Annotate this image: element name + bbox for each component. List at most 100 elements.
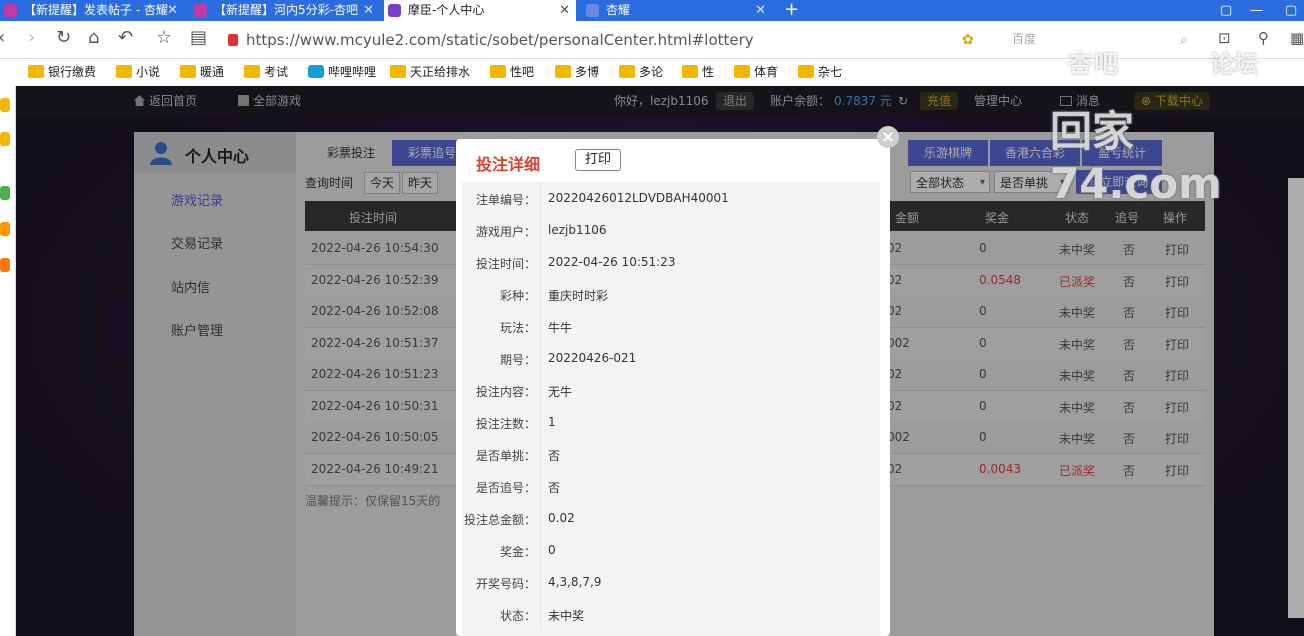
detail-divider xyxy=(540,310,541,342)
bookmark-folder[interactable]: 多博 xyxy=(555,64,599,80)
app-icon[interactable] xyxy=(0,222,10,236)
favorites-icon[interactable] xyxy=(0,98,10,112)
detail-value: 2022-04-26 10:51:23 xyxy=(548,255,676,269)
reader-icon[interactable]: ▤ xyxy=(190,28,207,48)
window-restore-icon[interactable]: ▢ xyxy=(1220,0,1232,21)
close-icon[interactable]: × xyxy=(877,126,899,148)
detail-divider xyxy=(540,374,541,406)
bookmark-folder[interactable]: 小说 xyxy=(116,64,160,80)
bookmark-label: 多博 xyxy=(575,65,600,79)
bee-icon[interactable]: ✿ xyxy=(962,30,974,50)
bet-detail-modal: 投注详细 打印 注单编号： 20220426012LDVDBAH40001 游戏用户… xyxy=(456,139,890,636)
bookmark-label: 多论 xyxy=(639,65,664,79)
detail-divider xyxy=(540,214,541,246)
forum-watermark: 杏吧 论坛 回家74.com xyxy=(1050,44,1300,208)
bookmark-link[interactable]: 哔哩哔哩 xyxy=(308,64,376,80)
bookmark-folder[interactable]: 多论 xyxy=(619,64,663,80)
bookmark-folder[interactable]: 考试 xyxy=(244,64,288,80)
browser-tab[interactable]: 【新提醒】发表帖子 - 杏耀 ✕ xyxy=(0,0,184,21)
forward-icon[interactable]: › xyxy=(28,28,35,48)
browser-tab[interactable]: 杏耀 ✕ xyxy=(582,0,772,21)
detail-value: 20220426-021 xyxy=(548,351,637,365)
refresh-icon[interactable]: ↻ xyxy=(56,28,71,48)
bookmark-label: 体育 xyxy=(754,65,779,79)
detail-row: 投注总金额： 0.02 xyxy=(462,502,880,534)
folder-icon xyxy=(390,65,406,78)
bilibili-icon xyxy=(308,65,324,78)
folder-icon xyxy=(555,65,571,78)
new-tab-icon[interactable]: + xyxy=(784,0,799,20)
detail-value: lezjb1106 xyxy=(548,223,607,237)
folder-icon xyxy=(490,65,506,78)
bookmark-label: 考试 xyxy=(264,65,289,79)
detail-label: 开奖号码： xyxy=(475,577,536,591)
detail-label: 注单编号： xyxy=(475,193,536,207)
detail-row: 玩法： 牛牛 xyxy=(462,310,880,342)
detail-divider xyxy=(540,278,541,310)
wechat-icon[interactable] xyxy=(0,186,10,200)
detail-label: 投注时间： xyxy=(475,257,536,271)
detail-divider xyxy=(540,182,541,214)
bookmark-label: 银行缴费 xyxy=(48,65,97,79)
detail-value: 0 xyxy=(548,543,556,557)
modal-detail-list: 注单编号： 20220426012LDVDBAH40001 游戏用户： lezjb11… xyxy=(462,182,880,636)
tab-favicon-icon xyxy=(4,4,17,17)
close-tab-icon[interactable]: ✕ xyxy=(755,0,766,21)
bookmark-label: 性 xyxy=(702,65,715,79)
bookmark-folder[interactable]: 体育 xyxy=(734,64,778,80)
detail-divider xyxy=(540,438,541,470)
browser-tab[interactable]: 【新提醒】河内5分彩-杏吧 ✕ xyxy=(190,0,380,21)
detail-row: 开奖号码： 4,3,8,7,9 xyxy=(462,566,880,598)
url-field[interactable]: https://www.mcyule2.com/static/sobet/per… xyxy=(228,29,928,51)
tab-favicon-icon xyxy=(194,4,207,17)
folder-icon xyxy=(180,65,196,78)
back-icon[interactable]: ‹ xyxy=(0,28,5,48)
bookmark-folder[interactable]: 天正给排水 xyxy=(390,64,470,80)
folder-icon xyxy=(798,65,814,78)
detail-row: 注单编号： 20220426012LDVDBAH40001 xyxy=(462,182,880,214)
detail-divider xyxy=(540,566,541,598)
lock-icon xyxy=(228,34,238,46)
undo-icon[interactable]: ↶ xyxy=(118,28,133,48)
bookmark-label: 哔哩哔哩 xyxy=(328,65,377,79)
folder-icon xyxy=(682,65,698,78)
close-tab-icon[interactable]: ✕ xyxy=(363,0,374,21)
detail-label: 游戏用户： xyxy=(475,225,536,239)
detail-row: 投注时间： 2022-04-26 10:51:23 xyxy=(462,246,880,278)
bookmark-label: 性吧 xyxy=(510,65,535,79)
browser-tab-active[interactable]: 摩臣-个人中心 ✕ xyxy=(384,0,576,21)
detail-value: 无牛 xyxy=(548,385,573,399)
bookmark-folder[interactable]: 性吧 xyxy=(490,64,534,80)
watermark-text: 回家74.com xyxy=(1050,107,1222,208)
tab-label: 杏耀 xyxy=(606,3,631,17)
detail-label: 奖金： xyxy=(499,545,536,559)
detail-label: 投注注数： xyxy=(475,417,536,431)
detail-label: 期号： xyxy=(499,353,536,367)
detail-label: 投注总金额： xyxy=(463,513,536,527)
url-text: https://www.mcyule2.com/static/sobet/per… xyxy=(246,31,754,49)
detail-label: 彩种： xyxy=(499,289,536,303)
bookmark-folder[interactable]: 性 xyxy=(682,64,714,80)
detail-label: 玩法： xyxy=(499,321,536,335)
home-icon[interactable]: ⌂ xyxy=(88,28,99,48)
browser-sidebar xyxy=(0,86,16,636)
minimize-icon[interactable]: — xyxy=(1250,0,1263,21)
close-tab-icon[interactable]: ✕ xyxy=(559,0,570,21)
detail-divider xyxy=(540,598,541,630)
bookmark-folder[interactable]: 杂七 xyxy=(798,64,842,80)
close-tab-icon[interactable]: ✕ xyxy=(167,0,178,21)
tab-favicon-icon xyxy=(586,4,599,17)
detail-label: 是否追号： xyxy=(475,481,536,495)
detail-label: 状态： xyxy=(499,609,536,623)
bookmark-folder[interactable]: 银行缴费 xyxy=(28,64,96,80)
star-icon[interactable]: ☆ xyxy=(156,28,172,48)
maximize-icon[interactable]: ▢ xyxy=(1285,0,1297,21)
folder-icon xyxy=(734,65,750,78)
notes-icon[interactable] xyxy=(0,132,10,146)
detail-row: 投注内容： 无牛 xyxy=(462,374,880,406)
weibo-icon[interactable] xyxy=(0,258,10,272)
bookmark-folder[interactable]: 暖通 xyxy=(180,64,224,80)
print-button[interactable]: 打印 xyxy=(575,149,621,171)
modal-title: 投注详细 xyxy=(476,155,541,174)
watermark-text: 论坛 xyxy=(1210,50,1258,78)
